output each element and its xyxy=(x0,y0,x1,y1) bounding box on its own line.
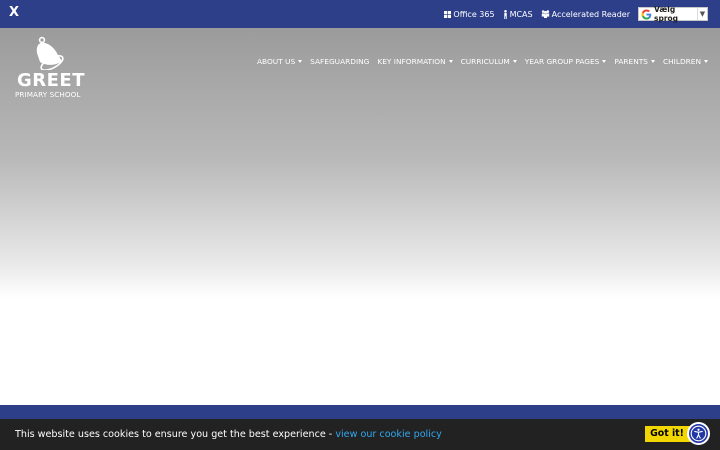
cookie-banner: This website uses cookies to ensure you … xyxy=(0,419,720,450)
caret-down-icon xyxy=(448,60,453,63)
cookie-message-text: This website uses cookies to ensure you … xyxy=(15,429,336,440)
nav-label: PARENTS xyxy=(614,57,648,66)
nav-label: CHILDREN xyxy=(662,57,701,66)
nav-curriculum[interactable]: CURRICULUM xyxy=(461,57,517,66)
nav-children[interactable]: CHILDREN xyxy=(663,57,708,66)
school-subtitle: PRIMARY SCHOOL xyxy=(15,90,81,99)
accelerated-reader-link[interactable]: Accelerated Reader xyxy=(541,10,630,19)
chevron-down-icon: ▼ xyxy=(697,8,707,20)
nav-key-information[interactable]: KEY INFORMATION xyxy=(377,57,453,66)
accessibility-icon xyxy=(690,425,707,442)
caret-down-icon xyxy=(650,60,655,63)
nav-safeguarding[interactable]: SAFEGUARDING xyxy=(310,57,369,66)
office-365-label: Office 365 xyxy=(453,9,495,19)
caret-down-icon xyxy=(704,60,708,63)
windows-icon xyxy=(444,10,452,18)
nav-label: CURRICULUM xyxy=(460,57,510,66)
office-365-link[interactable]: Office 365 xyxy=(444,9,495,19)
google-icon xyxy=(641,8,652,20)
accelerated-reader-label: Accelerated Reader xyxy=(551,9,630,19)
footer-strip xyxy=(0,405,720,419)
nav-about-us[interactable]: ABOUT US xyxy=(256,57,303,66)
top-links: Office 365 MCAS Accelerated Reader xyxy=(444,0,630,28)
language-select[interactable]: Vælg sprog ▼ xyxy=(638,5,708,23)
nav-parents[interactable]: PARENTS xyxy=(614,57,655,66)
nav-year-group-pages[interactable]: YEAR GROUP PAGES xyxy=(525,57,607,66)
hero-banner xyxy=(0,28,720,405)
cookie-message: This website uses cookies to ensure you … xyxy=(15,429,442,440)
caret-down-icon xyxy=(512,60,517,63)
cookie-policy-link[interactable]: view our cookie policy xyxy=(335,429,442,440)
school-name: GREET xyxy=(17,70,86,91)
close-button[interactable]: X xyxy=(9,5,19,21)
nav-label: KEY INFORMATION xyxy=(377,57,446,66)
main-nav: ABOUT US SAFEGUARDING KEY INFORMATION CU… xyxy=(257,57,708,66)
readers-icon xyxy=(541,10,549,18)
person-icon xyxy=(503,9,507,19)
nav-label: ABOUT US xyxy=(256,57,296,66)
bell-icon xyxy=(36,36,64,70)
top-bar: X Office 365 MCAS Accelerated Reader Væl… xyxy=(0,0,720,28)
school-logo[interactable]: GREET PRIMARY SCHOOL xyxy=(14,36,90,102)
mcas-label: MCAS xyxy=(509,9,533,19)
mcas-link[interactable]: MCAS xyxy=(503,9,533,19)
language-select-label: Vælg sprog xyxy=(654,5,679,23)
nav-label: YEAR GROUP PAGES xyxy=(524,57,600,66)
nav-label: SAFEGUARDING xyxy=(310,57,370,66)
caret-down-icon xyxy=(602,60,607,63)
caret-down-icon xyxy=(298,60,303,63)
accessibility-button[interactable] xyxy=(687,422,710,445)
